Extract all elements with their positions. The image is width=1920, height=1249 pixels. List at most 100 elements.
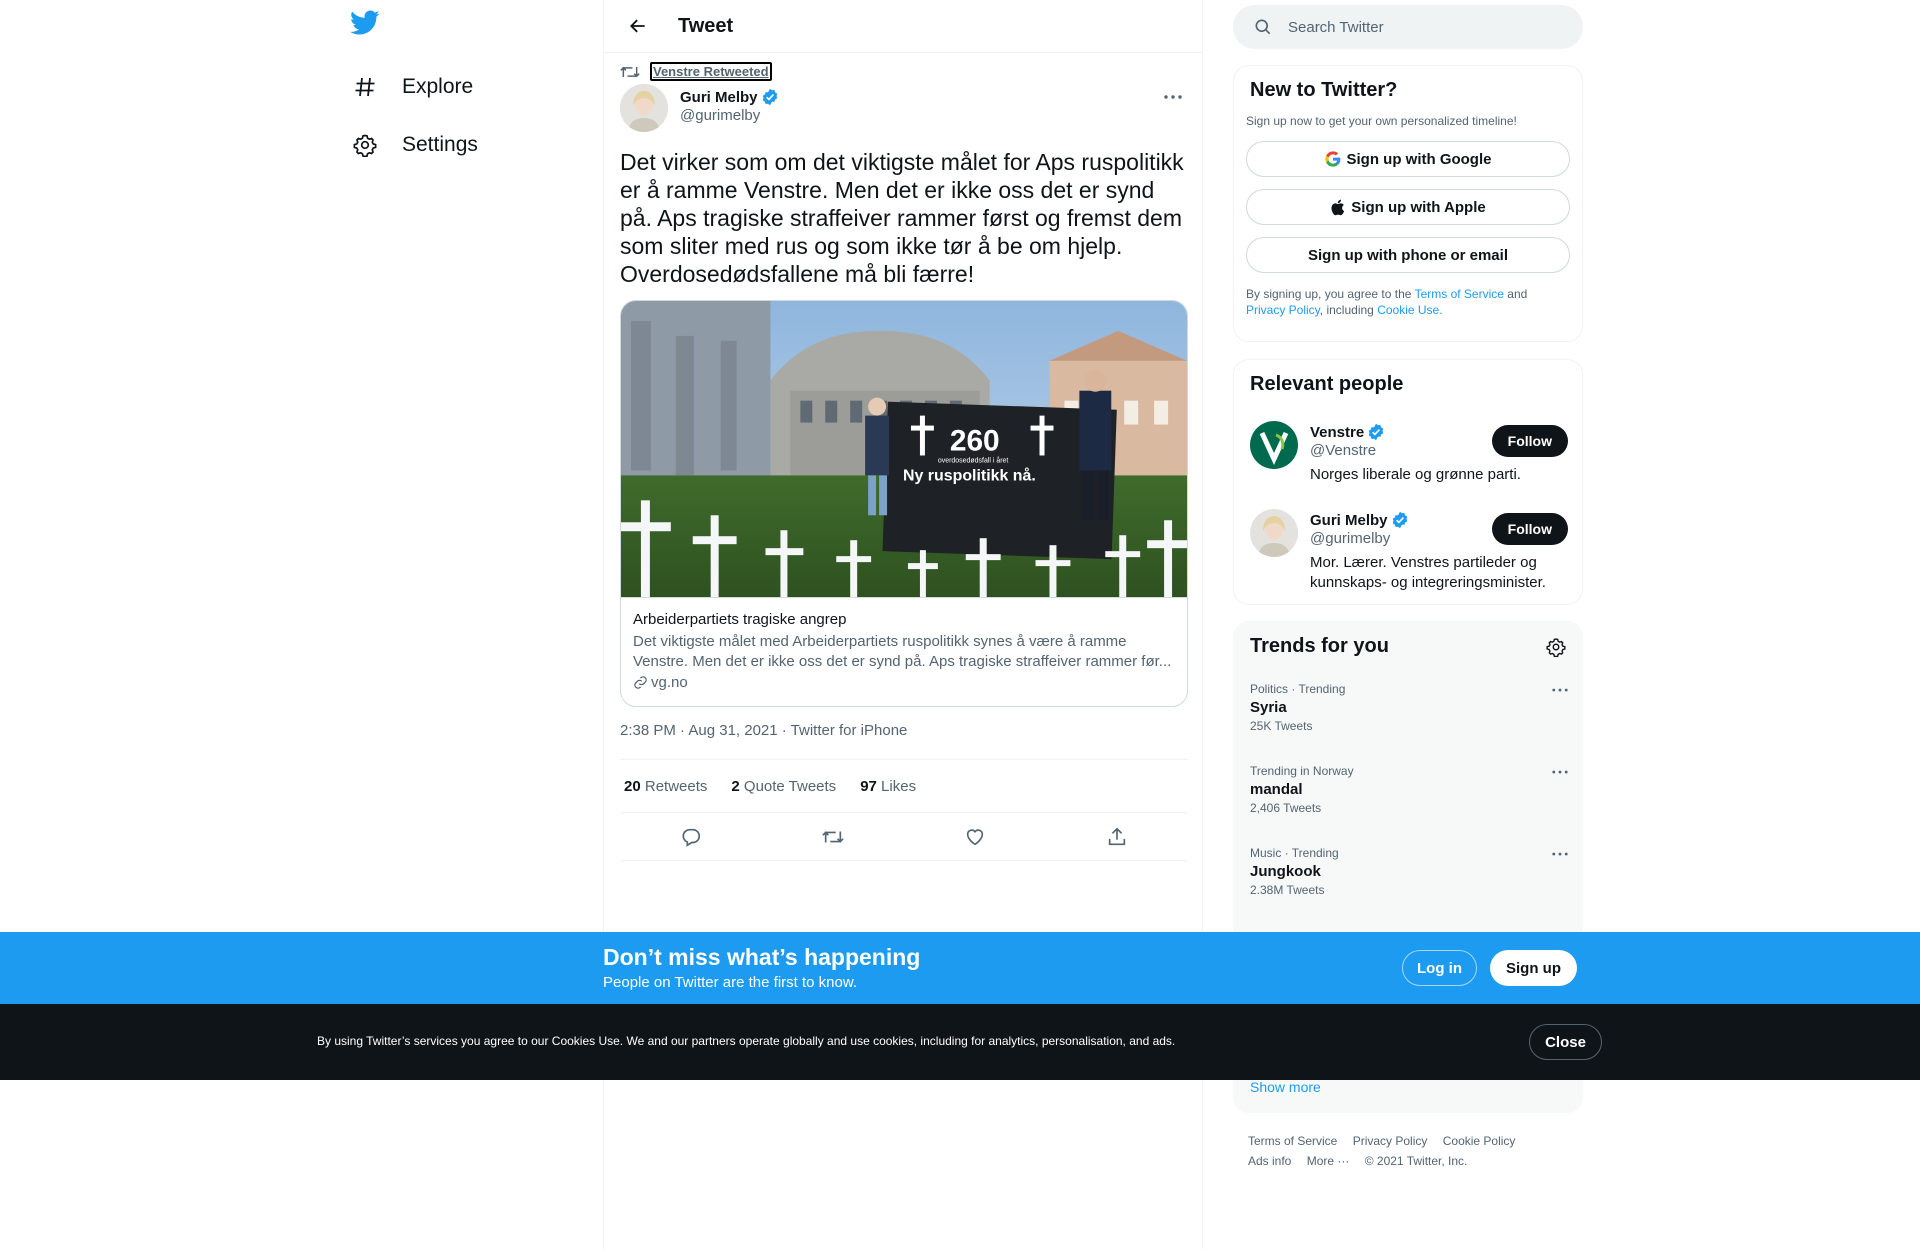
footer-terms-link[interactable]: Terms of Service	[1248, 1134, 1337, 1148]
cookie-use-link[interactable]: Cookie Use.	[1377, 303, 1442, 317]
banner-small-text: overdosedødsfall i året	[938, 456, 1009, 464]
terms-link[interactable]: Terms of Service	[1415, 287, 1504, 301]
link-card[interactable]: 260 overdosedødsfall i året Ny ruspoliti…	[620, 300, 1188, 707]
reply-icon[interactable]	[674, 820, 708, 854]
author-name[interactable]: Guri Melby	[680, 89, 758, 106]
gear-icon[interactable]	[1546, 637, 1566, 657]
cookie-notice-text: By using Twitter’s services you agree to…	[317, 1034, 1176, 1048]
likes-stat[interactable]: 97 Likes	[860, 778, 916, 795]
quotes-stat[interactable]: 2 Quote Tweets	[731, 778, 836, 795]
follow-button[interactable]: Follow	[1491, 425, 1568, 457]
signup-legal-text: By signing up, you agree to the Terms of…	[1246, 286, 1570, 318]
card-description: Det viktigste målet med Arbeiderpartiets…	[633, 633, 1172, 670]
signup-google-button[interactable]: Sign up with Google	[1246, 141, 1570, 177]
more-options-icon[interactable]	[1552, 846, 1568, 862]
trend-item[interactable]: Politics · Trending Syria 25K Tweets	[1250, 682, 1568, 733]
footer-copyright: © 2021 Twitter, Inc.	[1364, 1154, 1468, 1168]
person-card[interactable]: Venstre @Venstre Norges liberale og grøn…	[1250, 421, 1568, 485]
quotes-label: Quote Tweets	[743, 777, 837, 795]
login-button[interactable]: Log in	[1402, 950, 1477, 986]
trend-item[interactable]: Trending in Norway mandal 2,406 Tweets	[1250, 764, 1568, 815]
apple-icon	[1331, 199, 1345, 215]
signup-phone-email-button[interactable]: Sign up with phone or email	[1246, 237, 1570, 273]
show-more-link[interactable]: Show more	[1250, 1079, 1321, 1095]
signup-apple-button[interactable]: Sign up with Apple	[1246, 189, 1570, 225]
footer-ads-link[interactable]: Ads info	[1248, 1154, 1291, 1168]
back-button[interactable]	[610, 16, 666, 36]
avatar[interactable]	[1250, 421, 1298, 469]
google-icon	[1324, 151, 1340, 167]
person-name[interactable]: Venstre	[1310, 424, 1364, 441]
hashtag-icon	[350, 72, 380, 102]
person-card[interactable]: Guri Melby @gurimelby Mor. Lærer. Venstr…	[1250, 509, 1568, 593]
signup-button[interactable]: Sign up	[1490, 950, 1577, 986]
avatar[interactable]	[620, 84, 668, 132]
likes-label: Likes	[881, 777, 917, 795]
more-options-icon[interactable]	[1552, 682, 1568, 698]
like-icon[interactable]	[958, 820, 992, 854]
twitter-bird-icon[interactable]	[350, 10, 386, 46]
follow-button[interactable]: Follow	[1491, 513, 1568, 545]
verified-badge-icon	[1368, 423, 1384, 441]
nav-settings[interactable]: Settings	[350, 120, 478, 170]
signup-banner-title: Don’t miss what’s happening	[603, 944, 921, 970]
tweet-stats: 20 Retweets 2 Quote Tweets 97 Likes	[620, 759, 1188, 813]
tweet-timestamp[interactable]: 2:38 PM · Aug 31, 2021 · Twitter for iPh…	[620, 722, 907, 739]
avatar[interactable]	[1250, 509, 1298, 557]
new-to-twitter-title: New to Twitter?	[1250, 79, 1398, 101]
footer-more-link[interactable]: More ···	[1307, 1154, 1350, 1168]
cookie-banner: By using Twitter’s services you agree to…	[0, 1004, 1920, 1080]
new-to-twitter-subtitle: Sign up now to get your own personalized…	[1246, 114, 1517, 128]
person-bio: Mor. Lærer. Venstres partileder og kunns…	[1310, 554, 1546, 591]
trend-category: Music · Trending	[1250, 846, 1339, 860]
link-icon	[634, 676, 647, 689]
trend-category: Trending in Norway	[1250, 764, 1354, 778]
trend-count: 2,406 Tweets	[1250, 801, 1322, 815]
tweet-actions	[620, 813, 1188, 861]
person-handle[interactable]: @Venstre	[1310, 442, 1480, 459]
legal-prefix: By signing up, you agree to the	[1246, 287, 1412, 301]
retweets-stat[interactable]: 20 Retweets	[624, 778, 707, 795]
search-input[interactable]	[1288, 18, 1548, 36]
retweet-action-icon[interactable]	[816, 820, 850, 854]
card-image: 260 overdosedødsfall i året Ny ruspoliti…	[621, 301, 1187, 598]
verified-badge-icon	[1392, 511, 1407, 529]
trend-count: 25K Tweets	[1250, 719, 1313, 733]
quotes-count: 2	[731, 777, 740, 795]
signup-apple-label: Sign up with Apple	[1351, 198, 1486, 216]
card-title: Arbeiderpartiets tragiske angrep	[633, 611, 847, 628]
more-options-icon[interactable]	[1552, 764, 1568, 780]
search-icon	[1255, 19, 1271, 35]
share-icon[interactable]	[1100, 820, 1134, 854]
tweet-header: Tweet	[604, 0, 1202, 53]
footer-links: Terms of Service Privacy Policy Cookie P…	[1248, 1131, 1578, 1171]
new-to-twitter-panel: New to Twitter? Sign up now to get your …	[1233, 65, 1583, 342]
search-bar[interactable]	[1233, 5, 1583, 49]
more-options-icon[interactable]	[1162, 86, 1184, 108]
trend-item[interactable]: Music · Trending Jungkook 2.38M Tweets	[1250, 846, 1568, 897]
tweet-text: Det virker som om det viktigste målet fo…	[620, 149, 1184, 287]
page-title: Tweet	[678, 14, 734, 37]
banner-number: 260	[950, 424, 1000, 457]
signup-phone-label: Sign up with phone or email	[1307, 246, 1508, 264]
person-bio: Norges liberale og grønne parti.	[1310, 466, 1521, 483]
trend-name: mandal	[1250, 781, 1303, 798]
trend-category: Politics · Trending	[1250, 682, 1346, 696]
relevant-people-title: Relevant people	[1250, 373, 1404, 395]
retweeter-link[interactable]: Venstre Retweeted	[650, 62, 772, 81]
person-handle[interactable]: @gurimelby	[1310, 530, 1480, 547]
arrow-left-icon	[630, 19, 645, 33]
nav-settings-label: Settings	[402, 133, 478, 156]
retweets-count: 20	[624, 777, 641, 795]
nav-explore-label: Explore	[402, 75, 474, 98]
person-name[interactable]: Guri Melby	[1310, 512, 1388, 529]
gear-icon	[350, 130, 380, 160]
author-handle[interactable]: @gurimelby	[680, 107, 779, 124]
nav-explore[interactable]: Explore	[350, 62, 473, 112]
privacy-link[interactable]: Privacy Policy	[1246, 303, 1320, 317]
verified-badge-icon	[762, 88, 777, 106]
close-button[interactable]: Close	[1529, 1024, 1602, 1060]
social-context: Venstre Retweeted	[620, 62, 772, 81]
footer-privacy-link[interactable]: Privacy Policy	[1353, 1134, 1428, 1148]
footer-cookie-link[interactable]: Cookie Policy	[1443, 1134, 1516, 1148]
